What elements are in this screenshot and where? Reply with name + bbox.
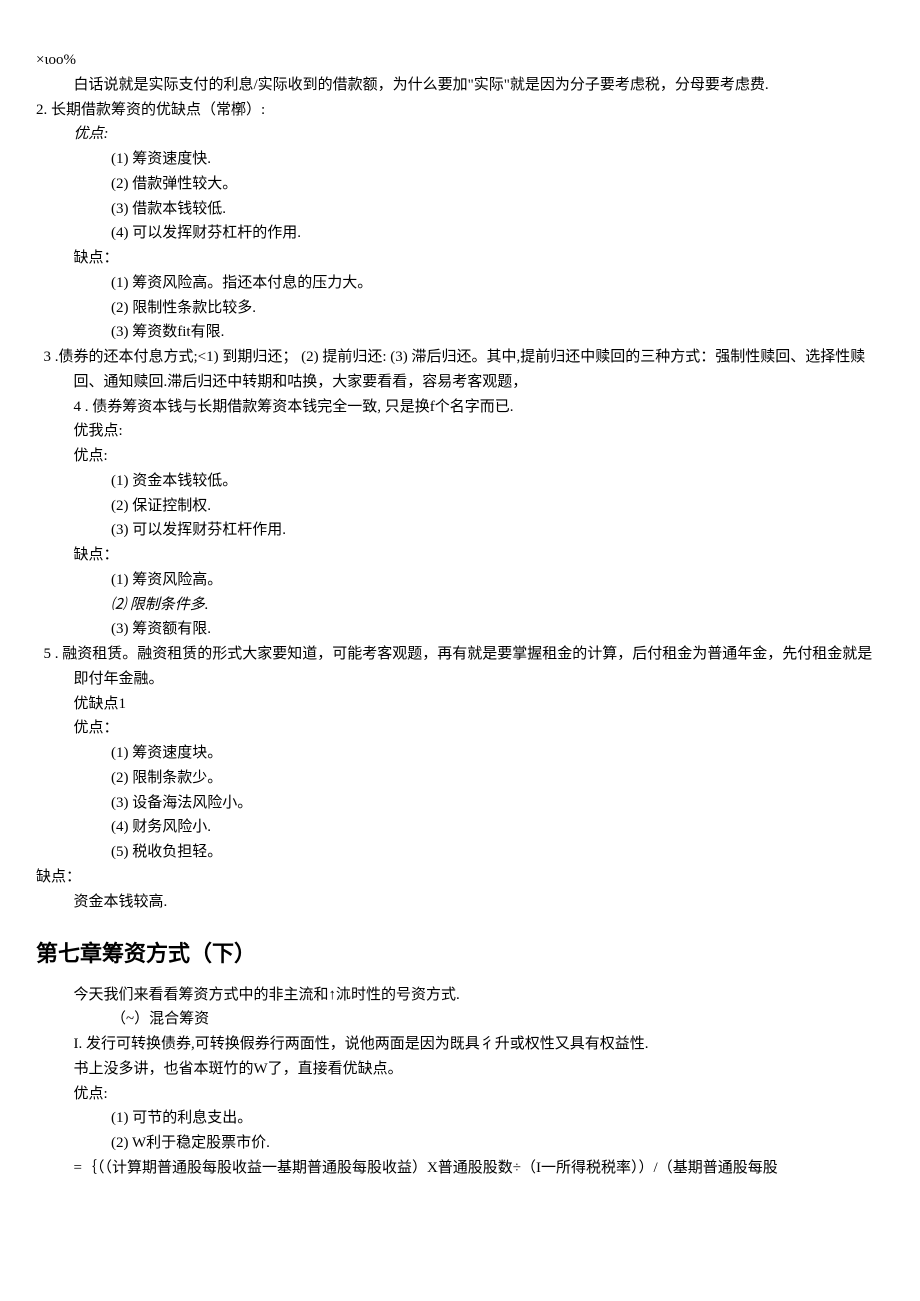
list-item: ⑵ 限制条件多. (36, 593, 884, 618)
list-item: (3) 设备海法风险小。 (36, 791, 884, 816)
list-item: (4) 可以发挥财芬杠杆的作用. (36, 221, 884, 246)
text-line: （~）混合筹资 (36, 1007, 884, 1032)
text-line: 缺点： (36, 543, 884, 568)
text-line: 优点: (36, 1082, 884, 1107)
list-item: (1) 筹资风险高。指还本付息的压力大。 (36, 271, 884, 296)
text-line: ×ιoo% (36, 48, 884, 73)
list-item: (2) 限制性条款比较多. (36, 296, 884, 321)
list-item: (1) 资金本钱较低。 (36, 469, 884, 494)
text-line: 优我点: (36, 419, 884, 444)
list-item: (3) 可以发挥财芬杠杆作用. (36, 518, 884, 543)
text-line: 2. 长期借款筹资的优缺点（常槨）: (36, 98, 884, 123)
text-line: 优点: (36, 444, 884, 469)
text-line: 优缺点1 (36, 692, 884, 717)
text-line: 缺点： (36, 865, 884, 890)
list-item: (4) 财务风险小. (36, 815, 884, 840)
text-line: 资金本钱较高. (36, 890, 884, 915)
list-item: (1) 可节的利息支出。 (36, 1106, 884, 1131)
text-line: 书上没多讲，也省本斑竹的W了，直接看优缺点。 (36, 1057, 884, 1082)
list-item: (1) 筹资速度块。 (36, 741, 884, 766)
list-item: (1) 筹资速度快. (36, 147, 884, 172)
text-line: 5 . 融资租赁。融资租赁的形式大家要知道，可能考客观题，再有就是要掌握租金的计… (36, 642, 884, 692)
text-line: 今天我们来看看筹资方式中的非主流和↑㳈时性的号资方式. (36, 983, 884, 1008)
list-item: (5) 税收负担轻。 (36, 840, 884, 865)
text-line: 4 . 债券筹资本钱与长期借款筹资本钱完全一致, 只是换f个名字而已. (36, 395, 884, 420)
list-item: (3) 筹资额有限. (36, 617, 884, 642)
list-item: (2) W利于稳定股票市价. (36, 1131, 884, 1156)
list-item: (1) 筹资风险高。 (36, 568, 884, 593)
text-line: =｛（（计算期普通股每股收益一基期普通股每股收益）X普通股股数÷（I一所得税税率… (36, 1156, 884, 1181)
list-item: (2) 保证控制权. (36, 494, 884, 519)
list-item: (2) 限制条款少。 (36, 766, 884, 791)
text-line: 白话说就是实际支付的利息/实际收到的借款额，为什么要加"实际"就是因为分子要考虑… (36, 73, 884, 98)
list-item: (3) 借款本钱较低. (36, 197, 884, 222)
text-line: I. 发行可转换债券,可转换假券行两面性，说他两面是因为既具彳升或权性又具有权益… (36, 1032, 884, 1057)
chapter-heading: 第七章筹资方式（下） (36, 936, 884, 972)
text-line: 优点: (36, 122, 884, 147)
text-line: 3 .债券的还本付息方式;<1) 到期归还； (2) 提前归还: (3) 滞后归… (36, 345, 884, 395)
text-line: 缺点： (36, 246, 884, 271)
list-item: (2) 借款弹性较大。 (36, 172, 884, 197)
list-item: (3) 筹资数fit有限. (36, 320, 884, 345)
text-line: 优点： (36, 716, 884, 741)
